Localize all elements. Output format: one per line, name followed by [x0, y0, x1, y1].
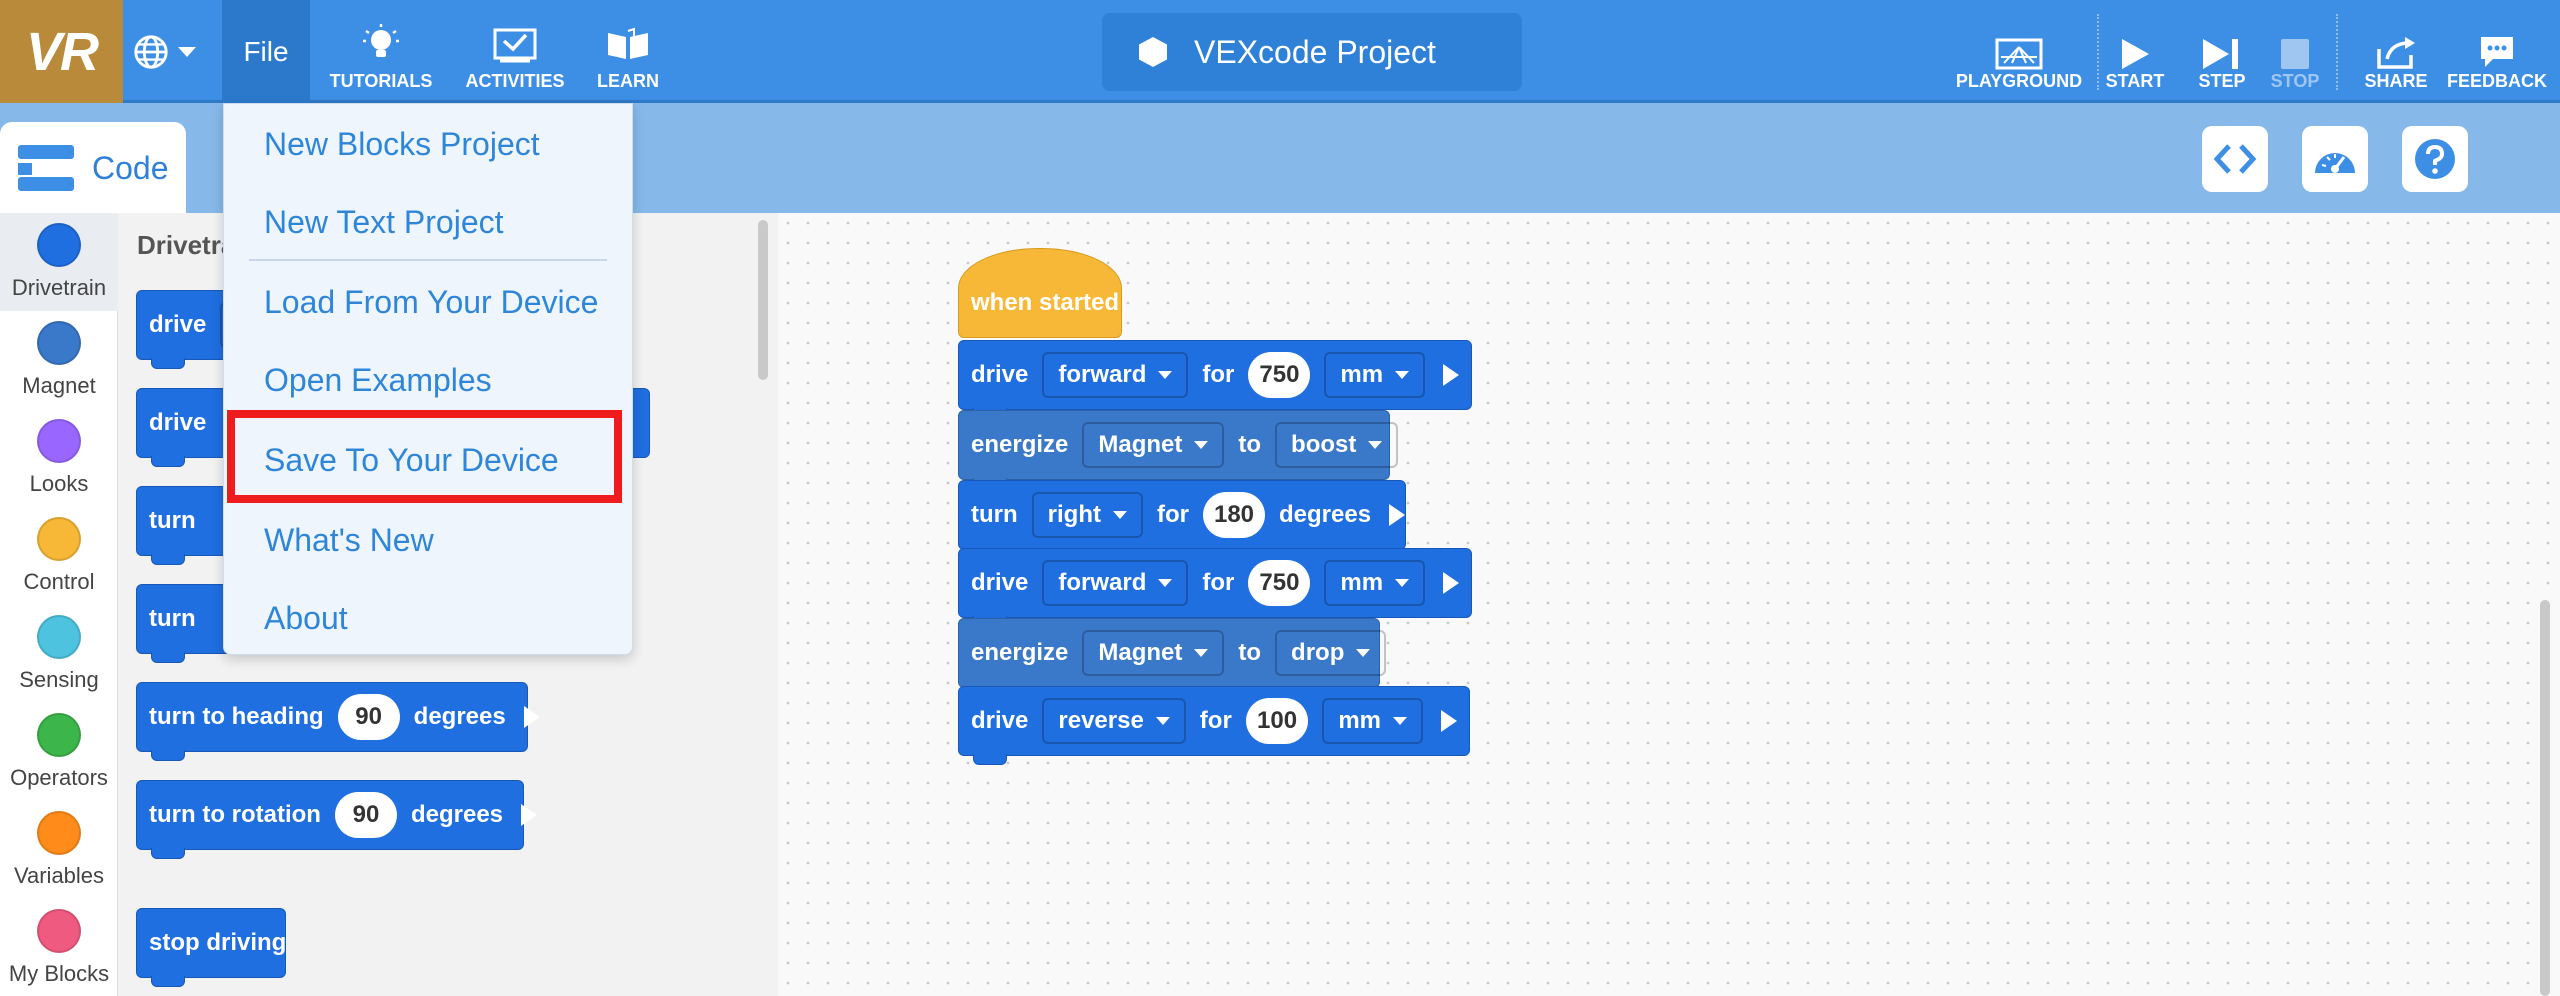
unit-dropdown[interactable]: mm [1324, 352, 1426, 398]
category-color-dot [37, 419, 81, 463]
menu-item-whats-new[interactable]: What's New [264, 522, 434, 559]
blocks-icon [18, 145, 74, 191]
magnet-dropdown[interactable]: Magnet [1082, 630, 1225, 676]
category-drivetrain[interactable]: Drivetrain [0, 213, 118, 311]
dashboard-button[interactable] [2302, 126, 2368, 192]
menu-item-load-from-device[interactable]: Load From Your Device [264, 284, 598, 321]
tutorials-button[interactable]: TUTORIALS [328, 12, 434, 92]
direction-dropdown[interactable]: reverse [1042, 698, 1186, 744]
run-triangle-icon[interactable] [1443, 572, 1460, 594]
magnet-mode-dropdown[interactable]: drop [1275, 630, 1387, 676]
chevron-down-icon [178, 47, 196, 57]
file-menu-button[interactable]: File [222, 0, 310, 103]
step-icon [2203, 39, 2238, 69]
category-color-dot [37, 223, 81, 267]
gauge-icon [2315, 153, 2355, 173]
learn-button[interactable]: LEARN [590, 12, 666, 92]
hexagon-icon [1139, 37, 1167, 67]
playground-icon [1995, 38, 2043, 70]
share-button[interactable]: SHARE [2365, 12, 2428, 92]
distance-input[interactable]: 750 [1248, 352, 1311, 398]
heading-input[interactable]: 90 [337, 694, 400, 740]
activities-button[interactable]: ACTIVITIES [462, 12, 568, 92]
magnet-dropdown[interactable]: Magnet [1082, 422, 1225, 468]
playground-button[interactable]: PLAYGROUND [1956, 12, 2082, 92]
degrees-input[interactable]: 180 [1202, 492, 1265, 538]
activities-icon [493, 28, 537, 63]
direction-dropdown[interactable]: right [1031, 492, 1143, 538]
script-block-drive-forward-2[interactable]: drive forward for 750 mm [958, 548, 1472, 627]
tab-code[interactable]: Code [0, 122, 186, 214]
vr-logo[interactable]: VR [0, 0, 123, 103]
menu-item-new-blocks-project[interactable]: New Blocks Project [264, 126, 540, 163]
category-magnet[interactable]: Magnet [0, 311, 118, 409]
stop-button[interactable]: STOP [2270, 12, 2320, 92]
share-icon [2377, 37, 2415, 69]
distance-input[interactable]: 100 [1245, 698, 1309, 744]
unit-dropdown[interactable]: mm [1324, 560, 1426, 606]
menu-item-about[interactable]: About [264, 600, 348, 637]
category-color-dot [37, 909, 81, 953]
text-code-view-button[interactable] [2202, 126, 2268, 192]
category-control[interactable]: Control [0, 507, 118, 605]
unit-dropdown[interactable]: mm [1322, 698, 1423, 744]
project-title[interactable]: VEXcode Project [1102, 13, 1522, 91]
when-started-block[interactable]: when started [958, 248, 1122, 338]
toolbar-divider [2336, 14, 2338, 90]
category-variables[interactable]: Variables [0, 801, 118, 899]
script-block-drive-forward[interactable]: drive forward for 750 mm [958, 340, 1472, 419]
feedback-button[interactable]: FEEDBACK [2447, 12, 2547, 92]
stop-icon [2281, 39, 2309, 69]
palette-block-turn-to-heading[interactable]: turn to heading 90 degrees [136, 682, 540, 761]
highlight-box-save-to-device [227, 410, 622, 503]
help-button[interactable] [2402, 126, 2468, 192]
category-sensing[interactable]: Sensing [0, 605, 118, 703]
file-dropdown-menu: New Blocks Project New Text Project Load… [223, 103, 633, 655]
code-brackets-icon [2213, 144, 2257, 174]
rotation-input[interactable]: 90 [334, 792, 397, 838]
step-button[interactable]: STEP [2199, 12, 2246, 92]
run-triangle-icon[interactable] [521, 804, 538, 826]
category-operators[interactable]: Operators [0, 703, 118, 801]
run-triangle-icon[interactable] [1441, 710, 1457, 732]
distance-input[interactable]: 750 [1248, 560, 1311, 606]
globe-icon [134, 35, 168, 69]
magnet-mode-dropdown[interactable]: boost [1275, 422, 1399, 468]
book-icon [608, 27, 648, 59]
language-menu[interactable] [132, 26, 212, 78]
workspace-scrollbar[interactable] [2540, 600, 2550, 996]
palette-block-stop-driving[interactable]: stop driving [136, 908, 286, 987]
feedback-icon [2481, 37, 2513, 67]
direction-dropdown[interactable]: forward [1042, 352, 1189, 398]
run-triangle-icon[interactable] [1389, 504, 1406, 526]
script-block-turn-right[interactable]: turn right for 180 degrees [958, 480, 1406, 559]
run-triangle-icon[interactable] [523, 706, 540, 728]
run-triangle-icon[interactable] [1443, 364, 1460, 386]
category-color-dot [37, 713, 81, 757]
menu-item-open-examples[interactable]: Open Examples [264, 362, 492, 399]
category-color-dot [37, 811, 81, 855]
menu-divider [249, 259, 607, 261]
category-color-dot [37, 321, 81, 365]
top-menu-bar: VR File TUTORIALS ACTIVITIES LEARN VEXco… [0, 0, 2560, 103]
direction-dropdown[interactable]: forward [1042, 560, 1189, 606]
script-block-energize-boost[interactable]: energize Magnet to boost [958, 410, 1399, 489]
lightbulb-icon [363, 24, 399, 57]
category-sidebar: Drivetrain Magnet Looks Control Sensing … [0, 213, 118, 996]
category-looks[interactable]: Looks [0, 409, 118, 507]
start-button[interactable]: START [2106, 12, 2164, 92]
script-block-drive-reverse[interactable]: drive reverse for 100 mm [958, 686, 1470, 765]
palette-scrollbar[interactable] [758, 220, 768, 380]
toolbar-divider [2097, 14, 2099, 90]
category-my-blocks[interactable]: My Blocks [0, 899, 118, 996]
help-icon [2415, 139, 2455, 179]
play-icon [2122, 39, 2149, 69]
script-block-energize-drop[interactable]: energize Magnet to drop [958, 618, 1387, 697]
menu-item-new-text-project[interactable]: New Text Project [264, 204, 504, 241]
category-color-dot [37, 517, 81, 561]
palette-block-turn-to-rotation[interactable]: turn to rotation 90 degrees [136, 780, 538, 859]
category-color-dot [37, 615, 81, 659]
